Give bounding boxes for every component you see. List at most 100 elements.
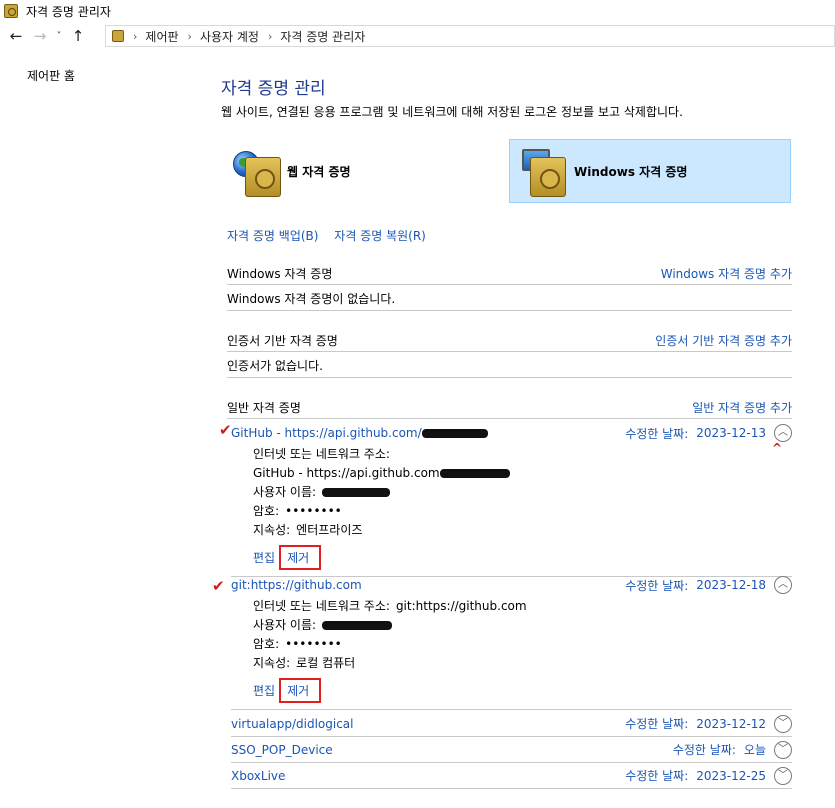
modified-date: 2023-12-18 (696, 578, 766, 592)
credential-name: virtualapp/didlogical (231, 716, 354, 731)
modified-date: 2023-12-12 (696, 716, 766, 731)
navigation-bar: ← → ˅ ↑ › 제어판 › 사용자 계정 › 자격 증명 관리자 (0, 22, 835, 50)
breadcrumb-user-accounts[interactable]: 사용자 계정 (200, 28, 259, 45)
add-certificate-credential-link[interactable]: 인증서 기반 자격 증명 추가 (655, 332, 792, 349)
modified-date: 2023-12-25 (696, 768, 766, 783)
window-title: 자격 증명 관리자 (26, 4, 111, 19)
modified-label: 수정한 날짜: (672, 743, 736, 757)
chevron-up-icon[interactable]: ︿ (774, 576, 792, 594)
title-bar: 자격 증명 관리자 (0, 0, 835, 22)
generic-credentials-section-header: 일반 자격 증명 일반 자격 증명 추가 (227, 397, 792, 419)
windows-credentials-empty: Windows 자격 증명이 없습니다. (227, 287, 792, 311)
modified-label: 수정한 날짜: (625, 769, 689, 783)
address-label: 인터넷 또는 네트워크 주소: (253, 447, 390, 461)
credential-header[interactable]: virtualapp/didlogical 수정한 날짜: 2023-12-12… (231, 711, 792, 736)
up-arrow-icon[interactable]: ↑ (66, 24, 90, 48)
remove-link[interactable]: 제거 (287, 551, 309, 565)
credential-header[interactable]: SSO_POP_Device 수정한 날짜: 오늘 ﹀ (231, 737, 792, 762)
username-label: 사용자 이름: (253, 485, 317, 499)
credential-item-github-api: GitHub - https://api.github.com/ 수정한 날짜:… (231, 421, 792, 577)
page-description: 웹 사이트, 연결된 응용 프로그램 및 네트워크에 대해 저장된 로그온 정보… (221, 105, 683, 119)
section-title: Windows 자격 증명 (227, 267, 333, 281)
modified-label: 수정한 날짜: (625, 717, 689, 731)
backup-restore-row: 자격 증명 백업(B) 자격 증명 복원(R) (227, 227, 426, 244)
address-value: GitHub - https://api.github.com (253, 466, 440, 480)
breadcrumb-control-panel[interactable]: 제어판 (145, 28, 178, 45)
page-title: 자격 증명 관리 (221, 79, 326, 99)
certificate-credentials-empty: 인증서가 없습니다. (227, 354, 792, 378)
credential-details: 인터넷 또는 네트워크 주소: GitHub - https://api.git… (231, 445, 792, 540)
credential-name: GitHub - https://api.github.com/ (231, 426, 422, 440)
edit-link[interactable]: 편집 (253, 682, 275, 699)
credential-name: git:https://github.com (231, 578, 362, 592)
password-value: •••••••• (285, 637, 342, 651)
red-caret-mark-icon: ^ (772, 441, 783, 455)
section-title: 일반 자격 증명 (227, 401, 301, 415)
persistence-label: 지속성: (253, 523, 291, 537)
modified-label: 수정한 날짜: (625, 578, 689, 593)
windows-credentials-icon (518, 145, 568, 197)
modified-date: 2023-12-13 (696, 426, 766, 440)
windows-credentials-tile[interactable]: Windows 자격 증명 (509, 139, 791, 203)
red-check-mark-icon: ✔ (212, 577, 225, 595)
web-credentials-label: 웹 자격 증명 (287, 164, 351, 179)
address-bar[interactable]: › 제어판 › 사용자 계정 › 자격 증명 관리자 (105, 25, 835, 47)
redacted-text (322, 488, 391, 497)
credential-name: XboxLive (231, 768, 286, 783)
password-label: 암호: (253, 504, 280, 518)
control-panel-icon (112, 30, 124, 42)
certificate-credentials-section-header: 인증서 기반 자격 증명 인증서 기반 자격 증명 추가 (227, 330, 792, 352)
chevron-up-icon[interactable]: ︿ (774, 424, 792, 442)
edit-link[interactable]: 편집 (253, 549, 275, 566)
address-label: 인터넷 또는 네트워크 주소: (253, 599, 390, 613)
credential-details: 인터넷 또는 네트워크 주소: git:https://github.com 사용… (231, 597, 792, 673)
control-panel-home-link[interactable]: 제어판 홈 (27, 69, 75, 83)
credential-actions: 편집 제거 (231, 544, 792, 570)
forward-arrow-icon[interactable]: → (28, 24, 52, 48)
credential-item-git-github: git:https://github.com 수정한 날짜: 2023-12-1… (231, 573, 792, 710)
redacted-text (439, 469, 510, 478)
password-value: •••••••• (285, 504, 342, 518)
add-generic-credential-link[interactable]: 일반 자격 증명 추가 (692, 399, 792, 416)
username-label: 사용자 이름: (253, 618, 317, 632)
windows-credentials-label: Windows 자격 증명 (574, 164, 688, 179)
chevron-down-icon[interactable]: ﹀ (774, 766, 792, 785)
restore-credentials-link[interactable]: 자격 증명 복원(R) (334, 229, 426, 243)
modified-label: 수정한 날짜: (625, 426, 689, 441)
remove-highlight-box: 제거 (279, 544, 322, 570)
credential-item-sso-pop-device: SSO_POP_Device 수정한 날짜: 오늘 ﹀ (231, 737, 792, 763)
add-windows-credential-link[interactable]: Windows 자격 증명 추가 (661, 265, 792, 282)
persistence-value: 엔터프라이즈 (296, 523, 363, 537)
chevron-right-icon[interactable]: › (188, 30, 192, 43)
redacted-text (322, 621, 393, 630)
red-check-mark-icon: ✔ (219, 421, 232, 439)
credential-actions: 편집 제거 (231, 677, 792, 703)
persistence-value: 로컬 컴퓨터 (296, 656, 356, 670)
chevron-right-icon[interactable]: › (268, 30, 272, 43)
chevron-down-icon[interactable]: ﹀ (774, 714, 792, 733)
recent-locations-chevron-icon[interactable]: ˅ (52, 24, 66, 48)
chevron-down-icon[interactable]: ﹀ (774, 740, 792, 759)
credential-header[interactable]: git:https://github.com 수정한 날짜: 2023-12-1… (231, 573, 792, 597)
windows-credentials-section-header: Windows 자격 증명 Windows 자격 증명 추가 (227, 263, 792, 285)
breadcrumb-credential-manager[interactable]: 자격 증명 관리자 (280, 28, 365, 45)
credential-manager-icon (4, 4, 18, 18)
password-label: 암호: (253, 637, 280, 651)
section-title: 인증서 기반 자격 증명 (227, 334, 338, 348)
persistence-label: 지속성: (253, 656, 291, 670)
chevron-right-icon[interactable]: › (133, 30, 137, 43)
web-credentials-icon (231, 145, 281, 197)
credential-item-xboxlive: XboxLive 수정한 날짜: 2023-12-25 ﹀ (231, 763, 792, 789)
remove-link[interactable]: 제거 (287, 684, 309, 698)
left-pane: 제어판 홈 (27, 67, 75, 84)
credential-header[interactable]: XboxLive 수정한 날짜: 2023-12-25 ﹀ (231, 763, 792, 788)
modified-date: 오늘 (743, 743, 766, 757)
remove-highlight-box: 제거 (279, 677, 322, 703)
back-arrow-icon[interactable]: ← (4, 24, 28, 48)
redacted-text (421, 429, 488, 438)
address-value: git:https://github.com (395, 599, 527, 613)
credential-name: SSO_POP_Device (231, 742, 333, 757)
credential-header[interactable]: GitHub - https://api.github.com/ 수정한 날짜:… (231, 421, 792, 445)
web-credentials-tile[interactable]: 웹 자격 증명 (231, 139, 501, 203)
backup-credentials-link[interactable]: 자격 증명 백업(B) (227, 229, 318, 243)
